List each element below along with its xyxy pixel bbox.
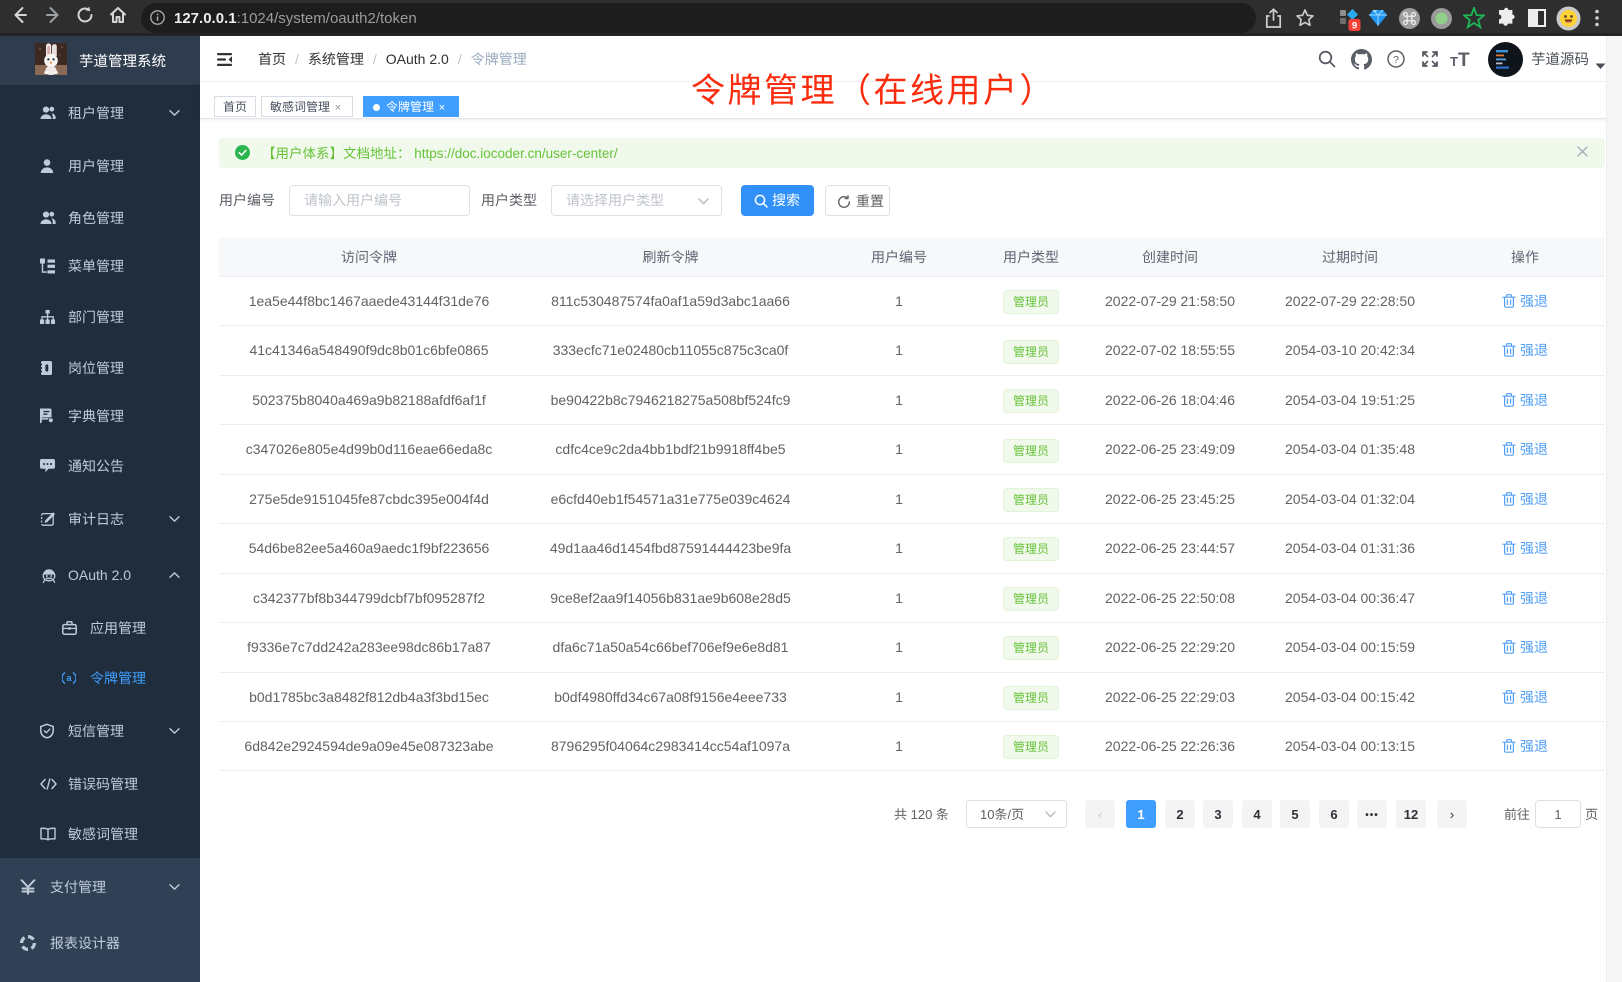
svg-text:9: 9 (1352, 21, 1357, 32)
svg-text:a: a (66, 673, 72, 683)
svg-text:?: ? (1393, 54, 1399, 66)
